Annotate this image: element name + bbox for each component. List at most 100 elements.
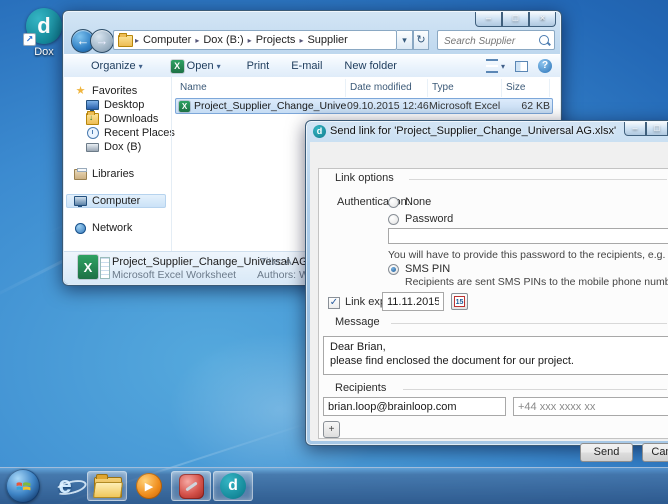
column-header-type[interactable]: Type [428, 79, 502, 97]
password-field[interactable] [388, 228, 668, 244]
address-history-dropdown[interactable]: ▾ [397, 30, 413, 50]
new-folder-label: New folder [344, 60, 397, 72]
add-recipient-button[interactable]: + [323, 421, 340, 438]
taskbar-item-red-app[interactable] [171, 471, 211, 501]
taskbar-item-dox[interactable]: d [213, 471, 253, 501]
password-hint: You will have to provide this password t… [388, 249, 668, 261]
breadcrumb-separator: ▸ [195, 35, 200, 45]
sidebar-item-network[interactable]: Network [74, 221, 178, 235]
recipients-group-label: Recipients [335, 382, 393, 394]
details-authors: Authors: W [257, 269, 309, 281]
downloads-icon: ↓ [86, 111, 99, 125]
sidebar-label: Network [92, 222, 133, 234]
breadcrumb-separator: ▸ [299, 35, 304, 45]
print-label: Print [246, 60, 270, 72]
breadcrumb-item-dox-drive[interactable]: Dox (B:) [203, 34, 243, 46]
sidebar-item-computer[interactable]: Computer [74, 194, 178, 208]
radio-none-label[interactable]: None [405, 196, 431, 208]
minimize-button[interactable]: – [475, 12, 502, 27]
sidebar-label: Libraries [92, 168, 135, 180]
sidebar-label: Recent Places [104, 127, 175, 139]
send-button[interactable]: Send [580, 443, 633, 462]
file-size: 62 KB [521, 100, 550, 112]
details-file-type: Microsoft Excel Worksheet [112, 269, 237, 281]
organize-button[interactable]: Organize ▾ [84, 56, 150, 76]
email-label: E-mail [291, 60, 323, 72]
red-app-icon [178, 473, 204, 499]
search-input[interactable] [442, 32, 538, 50]
recipient-phone-field[interactable] [513, 397, 668, 416]
sidebar-label: Desktop [104, 99, 145, 111]
start-button[interactable] [6, 469, 40, 503]
folder-icon [118, 32, 133, 47]
column-header-size[interactable]: Size [502, 79, 550, 97]
radio-sms-pin[interactable] [388, 264, 399, 275]
refresh-button[interactable]: ↻ [413, 30, 429, 50]
radio-password[interactable] [388, 214, 399, 225]
excel-file-icon: X [179, 101, 190, 112]
link-options-group-label: Link options [335, 172, 400, 184]
shortcut-arrow-icon: ↗ [23, 33, 36, 46]
file-date-modified: 09.10.2015 12:46 [347, 100, 429, 112]
star-icon: ★ [75, 85, 86, 97]
taskbar: e ▶ d [0, 467, 668, 504]
group-divider [403, 389, 667, 390]
details-title: Title: A [260, 256, 292, 268]
breadcrumb-item-supplier[interactable]: Supplier [307, 34, 347, 46]
sidebar-item-libraries[interactable]: Libraries [74, 167, 178, 181]
help-icon[interactable]: ? [538, 59, 552, 73]
link-expires-checkbox[interactable]: ✓ [328, 297, 340, 309]
message-textarea[interactable]: Dear Brian, please find enclosed the doc… [323, 336, 668, 375]
new-folder-button[interactable]: New folder [337, 56, 404, 76]
recipient-email-field[interactable] [323, 397, 506, 416]
chevron-down-icon: ▾ [500, 61, 505, 71]
dox-icon: d [220, 473, 246, 499]
dialog-panel: Link options Authentication: None Passwo… [318, 168, 668, 439]
print-button[interactable]: Print [240, 56, 277, 76]
taskbar-item-media-player[interactable]: ▶ [129, 471, 169, 501]
radio-none[interactable] [388, 197, 399, 208]
folder-icon [92, 473, 124, 498]
monitor-icon [86, 99, 99, 111]
maximize-button[interactable]: □ [646, 122, 668, 136]
address-bar[interactable]: ▸ Computer ▸ Dox (B:) ▸ Projects ▸ Suppl… [113, 30, 397, 50]
close-button[interactable]: × [529, 12, 556, 27]
message-group-label: Message [335, 316, 386, 328]
maximize-button[interactable]: □ [502, 12, 529, 27]
breadcrumb-item-projects[interactable]: Projects [256, 34, 296, 46]
internet-explorer-icon: e [54, 472, 89, 500]
open-button[interactable]: X Open ▾ [164, 56, 228, 76]
change-view-button[interactable]: ▾ [485, 59, 505, 73]
taskbar-item-explorer[interactable] [87, 471, 127, 501]
dox-dialog-icon: d [313, 125, 326, 138]
navigation-pane: ★ Favorites Desktop ↓ Downloads Recent P… [64, 77, 175, 251]
windows-flag-icon [16, 481, 30, 490]
search-icon [539, 35, 549, 45]
taskbar-item-internet-explorer[interactable]: e [45, 471, 89, 501]
dox-icon: d ↗ [23, 8, 62, 46]
breadcrumb-separator: ▸ [247, 35, 252, 45]
sidebar-label: Computer [92, 195, 141, 207]
forward-button[interactable]: → [90, 29, 114, 53]
views-icon [485, 59, 498, 73]
sidebar-item-favorites[interactable]: ★ Favorites [74, 84, 178, 98]
file-row-selected[interactable]: X Project_Supplier_Change_Universal AG 0… [175, 98, 553, 114]
chevron-down-icon: ▾ [138, 61, 143, 71]
group-divider [409, 179, 667, 180]
minimize-button[interactable]: – [624, 122, 646, 136]
cancel-button[interactable]: Cancel [642, 443, 668, 462]
media-player-icon: ▶ [136, 473, 162, 499]
network-icon [74, 222, 87, 234]
preview-pane-button[interactable] [515, 60, 528, 72]
dialog-content: Link options Authentication: None Passwo… [310, 142, 668, 462]
radio-sms-pin-label[interactable]: SMS PIN [405, 263, 450, 275]
expiry-date-field[interactable] [382, 292, 444, 311]
computer-icon [74, 195, 87, 207]
column-header-date-modified[interactable]: Date modified [346, 79, 428, 97]
send-link-dialog: d Send link for 'Project_Supplier_Change… [305, 120, 668, 462]
email-button[interactable]: E-mail [284, 56, 329, 76]
breadcrumb-item-computer[interactable]: Computer [143, 34, 191, 46]
column-header-name[interactable]: Name [176, 79, 346, 97]
calendar-picker-button[interactable]: 15 [451, 293, 468, 310]
radio-password-label[interactable]: Password [405, 213, 453, 225]
